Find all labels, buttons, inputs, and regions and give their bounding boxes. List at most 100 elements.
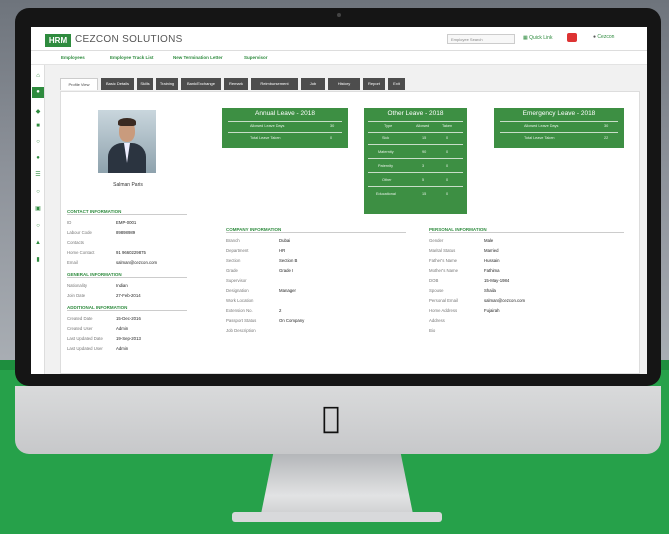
personal-info-title: PERSONAL INFORMATION [429, 227, 624, 233]
field-label: Marital Status [429, 248, 456, 253]
user-menu[interactable]: ● Cezcon [593, 34, 614, 40]
nav-icon-11[interactable]: ▮ [34, 257, 42, 263]
field-label: Work Location [226, 298, 254, 303]
leave-taken: 0 [446, 164, 449, 168]
tab-profile-view[interactable]: Profile View [60, 78, 98, 90]
other-leave-header-taken: Taken [442, 124, 453, 128]
field-value: Grade I [279, 268, 294, 273]
leave-allowed: 15 [422, 192, 427, 196]
field-label: Home Address [429, 308, 458, 313]
menu-item-termination[interactable]: New Termination Letter [173, 55, 223, 60]
leave-value: 0 [330, 136, 333, 140]
field-label: Contacts [67, 240, 84, 245]
settings-icon[interactable]: ○ [34, 189, 42, 195]
apple-logo-icon:  [322, 404, 340, 434]
emergency-leave-card: Emergency Leave - 2018 Allowed Leave Day… [494, 108, 624, 148]
field-label: Grade [226, 268, 238, 273]
field-label: Last Updated Date [67, 336, 103, 341]
field-label: Nationality [67, 283, 88, 288]
nav-icon-2[interactable]: ◆ [34, 109, 42, 115]
field-label: Address [429, 318, 445, 323]
leave-taken: 0 [446, 136, 449, 140]
other-leave-card: Other Leave - 2018 Type Allowed Taken Si… [364, 108, 467, 214]
field-value: Section B [279, 258, 298, 263]
list-icon[interactable]: ☰ [34, 172, 42, 178]
leave-value: 30 [330, 124, 335, 128]
nav-icon-10[interactable]: ▲ [34, 240, 42, 246]
field-label: Section [226, 258, 241, 263]
field-label: Home Contact [67, 250, 95, 255]
leave-label: Total Leave Taken [250, 136, 281, 140]
field-value: Shaila [484, 288, 496, 293]
menu-item-track-list[interactable]: Employee Track List [110, 55, 154, 60]
tab-reimbursement[interactable]: Reimbursement [251, 78, 298, 90]
nav-icon-8[interactable]: ▣ [34, 206, 42, 212]
profile-content: Salman Paris CONTACT INFORMATION ID EMP-0… [60, 91, 640, 374]
tab-history[interactable]: History [328, 78, 360, 90]
field-label: Email [67, 260, 78, 265]
leave-label: Allowed Leave Days [524, 124, 559, 128]
menu-item-supervisor[interactable]: Supervisor [244, 55, 268, 60]
notification-icon[interactable] [567, 33, 577, 42]
leave-allowed: 5 [422, 178, 425, 182]
field-value: Married [484, 248, 499, 253]
field-value: On Company [279, 318, 305, 323]
logo[interactable]: HRM [45, 34, 71, 47]
leave-type: Paternity [378, 164, 393, 168]
monitor-base [232, 512, 442, 522]
field-label: Father's Name [429, 258, 458, 263]
field-value: Indian [116, 283, 128, 288]
field-label: Created Date [67, 316, 93, 321]
nav-icon-5[interactable]: ● [34, 155, 42, 161]
user-name: Cezcon [597, 34, 615, 40]
top-bar: HRM CEZCON SOLUTIONS Employee Search ▦ Q… [31, 27, 647, 51]
field-label: Branch [226, 238, 240, 243]
leave-allowed: 90 [422, 150, 427, 154]
home-icon[interactable]: ⌂ [34, 73, 42, 79]
tab-skills[interactable]: Skills [137, 78, 153, 90]
nav-icon-3[interactable]: ■ [34, 123, 42, 129]
clock-icon[interactable]: ○ [34, 139, 42, 145]
field-value: Manager [279, 288, 296, 293]
monitor-stand [261, 454, 413, 514]
field-label: DOB [429, 278, 439, 283]
leave-type: Sick [382, 136, 390, 140]
field-value: 91 9660229875 [116, 250, 146, 255]
leave-taken: 0 [446, 150, 449, 154]
tab-remark[interactable]: Remark [224, 78, 248, 90]
leave-taken: 0 [446, 178, 449, 182]
field-value: 27-Feb-2014 [116, 293, 141, 298]
field-label: Passport Status [226, 318, 257, 323]
leave-label: Total Leave Taken [524, 136, 555, 140]
other-leave-header-type: Type [384, 124, 393, 128]
tab-job[interactable]: Job [301, 78, 325, 90]
leave-value: 22 [604, 136, 609, 140]
field-label: Designation [226, 288, 249, 293]
general-info-title: GENERAL INFORMATION [67, 272, 187, 278]
user-icon[interactable]: ● [32, 87, 44, 98]
field-label: Labour Code [67, 230, 92, 235]
field-value: Admin [116, 326, 129, 331]
field-value: HR [279, 248, 286, 253]
field-label: Personal Email [429, 298, 458, 303]
field-value: salman@cezcon.com [484, 298, 526, 303]
leave-type: Maternity [378, 150, 394, 154]
field-label: Last Updated User [67, 346, 103, 351]
field-value: 89898989 [116, 230, 136, 235]
field-label: Gender [429, 238, 444, 243]
tab-training[interactable]: Training [156, 78, 178, 90]
annual-leave-title: Annual Leave - 2018 [255, 110, 315, 117]
tab-report[interactable]: Report [363, 78, 385, 90]
tab-basic-details[interactable]: Basic Details [101, 78, 134, 90]
field-label: Mother's Name [429, 268, 458, 273]
tab-exit[interactable]: Exit [388, 78, 405, 90]
menu-item-employees[interactable]: Employees [61, 55, 85, 60]
tab-bank-exchange[interactable]: Bank/Exchange [181, 78, 221, 90]
field-label: Join Date [67, 293, 86, 298]
search-input[interactable]: Employee Search [447, 34, 515, 44]
nav-icon-9[interactable]: ○ [34, 223, 42, 229]
quick-link[interactable]: ▦ Quick Link [523, 35, 552, 41]
field-value: Fathima [484, 268, 500, 273]
leave-allowed: 15 [422, 136, 427, 140]
field-value: 2 [279, 308, 282, 313]
